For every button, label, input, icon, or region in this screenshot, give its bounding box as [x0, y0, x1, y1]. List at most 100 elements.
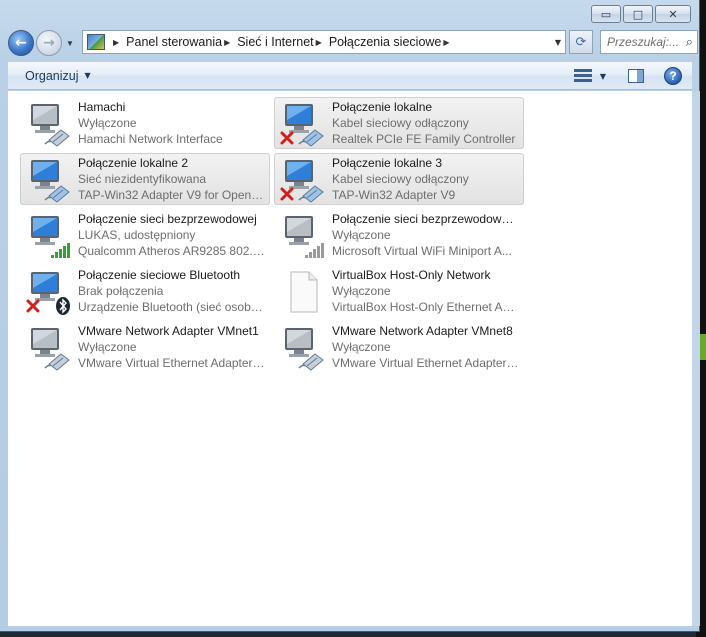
connection-details: VirtualBox Host-Only Network Wyłączone Vir…	[332, 267, 519, 315]
refresh-button[interactable]: ⟳	[569, 30, 593, 54]
view-options-dropdown[interactable]: ▼	[600, 72, 606, 81]
breadcrumb-network-connections[interactable]: Połączenia sieciowe	[329, 35, 442, 49]
search-icon[interactable]: ⌕	[686, 35, 693, 50]
connection-details: Hamachi Wyłączone Hamachi Network Interfac…	[78, 99, 265, 147]
connection-status: Wyłączone	[78, 116, 137, 130]
organize-button[interactable]: Organizuj ▼	[25, 69, 91, 83]
minimize-icon: ▭	[600, 7, 612, 21]
connection-name: VMware Network Adapter VMnet8	[332, 324, 513, 338]
connection-item[interactable]: Połączenie lokalne 3 Kabel sieciowy odłąc…	[274, 153, 524, 205]
breadcrumb-control-panel[interactable]: Panel sterowania	[126, 35, 222, 49]
network-adapter-disabled-icon	[279, 324, 327, 372]
connection-status: Wyłączone	[332, 340, 391, 354]
search-input[interactable]: Przeszukaj:... ⌕	[600, 30, 698, 54]
breadcrumb-separator-icon[interactable]: ▶	[316, 38, 322, 47]
minimize-button[interactable]: ▭	[591, 5, 621, 23]
maximize-icon: □	[632, 7, 644, 21]
breadcrumb-separator-icon[interactable]: ▶	[113, 38, 119, 47]
address-dropdown-icon[interactable]: ▼	[555, 38, 561, 47]
connection-device: Hamachi Network Interface	[78, 132, 223, 146]
chevron-down-icon: ▼	[84, 71, 91, 80]
network-adapter-icon	[25, 156, 73, 204]
connection-name: Połączenie sieciowe Bluetooth	[78, 268, 241, 282]
connection-details: Połączenie sieci bezprzewodowej LUKAS, ud…	[78, 211, 265, 259]
explorer-window: ▭ □ ✕ ← → ▼ ▶ Panel sterowania ▶ Sieć i …	[0, 0, 700, 632]
connection-name: VirtualBox Host-Only Network	[332, 268, 491, 282]
connections-list: Hamachi Wyłączone Hamachi Network Interfac…	[8, 91, 692, 626]
connection-status: Kabel sieciowy odłączony	[332, 116, 469, 130]
window-frame-edge	[692, 91, 700, 626]
connection-device: TAP-Win32 Adapter V9	[332, 188, 456, 202]
view-controls: ▼ ?	[573, 67, 682, 85]
connection-name: Hamachi	[78, 100, 126, 114]
connection-device: TAP-Win32 Adapter V9 for OpenV...	[78, 188, 265, 202]
wireless-adapter-disabled-icon	[279, 212, 327, 260]
connection-name: Połączenie lokalne 3	[332, 156, 443, 170]
connection-device: Urządzenie Bluetooth (sieć osobis...	[78, 300, 265, 314]
connection-item[interactable]: Hamachi Wyłączone Hamachi Network Interfac…	[20, 97, 270, 149]
connection-device: VMware Virtual Ethernet Adapter ...	[78, 356, 265, 370]
maximize-button[interactable]: □	[623, 5, 653, 23]
connection-item[interactable]: Połączenie lokalne 2 Sieć niezidentyfikow…	[20, 153, 270, 205]
connection-details: VMware Network Adapter VMnet8 Wyłączone VM…	[332, 323, 519, 371]
connection-status: Wyłączone	[332, 284, 391, 298]
close-button[interactable]: ✕	[655, 5, 691, 23]
connection-details: Połączenie sieciowe Bluetooth Brak połącz…	[78, 267, 265, 315]
connection-name: Połączenie sieci bezprzewodowej	[78, 212, 257, 226]
network-cable-unplugged-icon	[279, 100, 327, 148]
connection-item[interactable]: Połączenie sieciowe Bluetooth Brak połącz…	[20, 265, 270, 317]
refresh-icon: ⟳	[575, 34, 587, 50]
organize-label: Organizuj	[25, 68, 79, 83]
command-bar: Organizuj ▼ ▼ ?	[8, 62, 692, 90]
change-view-icon[interactable]	[573, 68, 592, 84]
help-icon[interactable]: ?	[664, 67, 682, 85]
bluetooth-adapter-icon	[25, 268, 73, 316]
back-arrow-icon: ←	[15, 35, 27, 51]
connection-name: Połączenie lokalne 2	[78, 156, 189, 170]
connection-device: VirtualBox Host-Only Ethernet Ad...	[332, 300, 519, 314]
connection-name: Połączenie sieci bezprzewodowej 3	[332, 212, 519, 226]
network-adapter-disabled-icon	[25, 324, 73, 372]
connection-device: Qualcomm Atheros AR9285 802.1...	[78, 244, 265, 258]
connection-status: Sieć niezidentyfikowana	[78, 172, 207, 186]
connection-item[interactable]: Połączenie lokalne Kabel sieciowy odłączo…	[274, 97, 524, 149]
connection-details: Połączenie lokalne Kabel sieciowy odłączo…	[332, 99, 519, 147]
breadcrumb-network-internet[interactable]: Sieć i Internet	[237, 35, 313, 49]
connection-status: Kabel sieciowy odłączony	[332, 172, 469, 186]
connection-item[interactable]: VirtualBox Host-Only Network Wyłączone Vir…	[274, 265, 524, 317]
back-button[interactable]: ←	[8, 30, 34, 56]
connection-device: Microsoft Virtual WiFi Miniport A...	[332, 244, 512, 258]
breadcrumb-separator-icon[interactable]: ▶	[443, 38, 449, 47]
control-panel-icon	[87, 34, 105, 50]
preview-pane-icon[interactable]	[628, 69, 644, 83]
network-adapter-disabled-icon	[25, 100, 73, 148]
connection-status: Brak połączenia	[78, 284, 164, 298]
connection-item[interactable]: VMware Network Adapter VMnet8 Wyłączone VM…	[274, 321, 524, 373]
close-icon: ✕	[668, 7, 678, 21]
search-placeholder: Przeszukaj:...	[607, 35, 680, 49]
recent-pages-button[interactable]: ▼	[64, 30, 76, 56]
address-bar[interactable]: ▶ Panel sterowania ▶ Sieć i Internet ▶ P…	[82, 30, 566, 54]
connection-status: LUKAS, udostępniony	[78, 228, 196, 242]
network-cable-unplugged-icon	[279, 156, 327, 204]
connection-device: Realtek PCIe FE Family Controller	[332, 132, 516, 146]
connection-status: Wyłączone	[332, 228, 391, 242]
wireless-adapter-icon	[25, 212, 73, 260]
connection-details: VMware Network Adapter VMnet1 Wyłączone VM…	[78, 323, 265, 371]
blank-file-icon	[279, 268, 327, 316]
forward-arrow-icon: →	[43, 35, 55, 51]
connection-details: Połączenie lokalne 2 Sieć niezidentyfikow…	[78, 155, 265, 203]
caption-buttons: ▭ □ ✕	[591, 5, 691, 23]
connection-item[interactable]: VMware Network Adapter VMnet1 Wyłączone VM…	[20, 321, 270, 373]
connection-status: Wyłączone	[78, 340, 137, 354]
connection-name: VMware Network Adapter VMnet1	[78, 324, 259, 338]
connection-device: VMware Virtual Ethernet Adapter ...	[332, 356, 519, 370]
forward-button[interactable]: →	[36, 30, 62, 56]
breadcrumb-separator-icon[interactable]: ▶	[224, 38, 230, 47]
connection-name: Połączenie lokalne	[332, 100, 433, 114]
connection-details: Połączenie lokalne 3 Kabel sieciowy odłąc…	[332, 155, 519, 203]
connection-item[interactable]: Połączenie sieci bezprzewodowej 3 Wyłączo…	[274, 209, 524, 261]
connection-item[interactable]: Połączenie sieci bezprzewodowej LUKAS, ud…	[20, 209, 270, 261]
connection-details: Połączenie sieci bezprzewodowej 3 Wyłączo…	[332, 211, 519, 259]
navigation-row: ← → ▼ ▶ Panel sterowania ▶ Sieć i Intern…	[8, 28, 698, 58]
